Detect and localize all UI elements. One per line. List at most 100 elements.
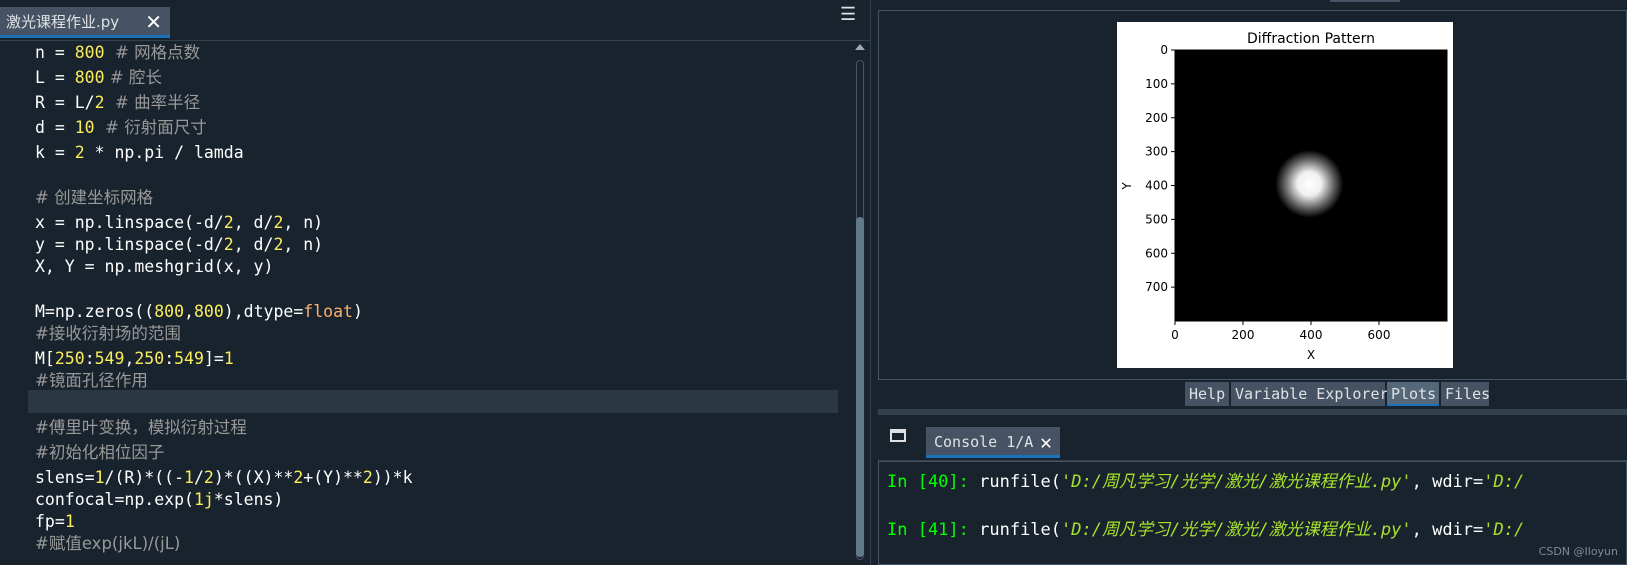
- code-number: 800: [74, 43, 105, 62]
- code-line: L = 800 # 腔长: [35, 67, 162, 89]
- code-number: 250: [134, 349, 165, 368]
- code-number: 2: [203, 468, 214, 487]
- code-token: , n): [283, 235, 324, 254]
- code-token: x = np.linspace(-d/: [35, 213, 224, 232]
- code-token: )*((X)**: [213, 468, 294, 487]
- code-comment: #: [35, 324, 49, 343]
- code-number: 2: [94, 93, 105, 112]
- editor-file-tab-label: 激光课程作业.py: [6, 13, 120, 31]
- console-wdir: 'D:/: [1483, 520, 1525, 540]
- code-token: R = L/: [35, 93, 95, 112]
- close-icon[interactable]: ✕: [145, 7, 162, 38]
- code-line: #接收衍射场的范围: [35, 323, 181, 345]
- code-number: 1: [223, 349, 234, 368]
- code-line: #赋值exp(jkL)/(jL): [35, 533, 180, 555]
- hamburger-menu-icon[interactable]: ☰: [840, 6, 858, 24]
- tab-plots[interactable]: Plots: [1387, 382, 1439, 406]
- plot-figure[interactable]: Diffraction Pattern 0 100 200 300 400 500 600 7…: [1117, 22, 1453, 368]
- y-tick-label: 300: [1145, 145, 1168, 159]
- code-token: ))*k: [372, 468, 413, 487]
- code-token: /: [193, 468, 204, 487]
- x-tick-label: 0: [1171, 328, 1179, 342]
- console-pane: Console 1/A ✕ In [40]: runfile('D:/周凡学习/…: [878, 415, 1627, 565]
- code-comment: #: [35, 443, 49, 462]
- diffraction-spot: [1275, 149, 1344, 218]
- console-tab-bar: Console 1/A ✕: [878, 415, 1627, 461]
- console-output[interactable]: In [40]: runfile('D:/周凡学习/光学/激光/激光课程作业.p…: [878, 461, 1627, 565]
- code-editor[interactable]: n = 800 # 网格点数 L = 800 # 腔长 R = L/2 # 曲率半径…: [0, 42, 850, 565]
- code-comment: 曲率半径: [134, 93, 201, 112]
- code-token: confocal=np.exp(: [35, 490, 194, 509]
- code-line: x = np.linspace(-d/2, d/2, n): [35, 212, 323, 234]
- code-line: #傅里叶变换，模拟衍射过程: [35, 417, 247, 439]
- console-wdir: 'D:/: [1483, 472, 1525, 492]
- current-line-highlight: [28, 390, 838, 413]
- watermark: CSDN @Iloyun: [1538, 545, 1618, 558]
- code-comment: 镜面孔径作用: [48, 371, 148, 390]
- code-line: X, Y = np.meshgrid(x, y): [35, 256, 273, 278]
- code-number: 2: [273, 213, 284, 232]
- y-axis-ticks: 0 100 200 300 400 500 600 700: [1145, 43, 1175, 294]
- code-comment: 创建坐标网格: [54, 188, 154, 207]
- tab-variable-explorer[interactable]: Variable Explorer: [1231, 382, 1389, 406]
- code-line: y = np.linspace(-d/2, d/2, n): [35, 234, 323, 256]
- code-token: k =: [35, 143, 75, 162]
- code-number: 2: [273, 235, 284, 254]
- code-comment: 网格点数: [134, 43, 201, 62]
- code-comment: #: [35, 371, 49, 390]
- code-keyword: float: [303, 302, 353, 321]
- code-token: ]=: [203, 349, 224, 368]
- tab-help[interactable]: Help: [1185, 382, 1229, 406]
- code-line: d = 10 # 衍射面尺寸: [35, 117, 207, 139]
- window-icon[interactable]: [890, 429, 906, 442]
- code-token: ,: [124, 349, 135, 368]
- code-line: n = 800 # 网格点数: [35, 42, 200, 64]
- code-line: M[250:549,250:549]=1: [35, 348, 234, 370]
- editor-file-tab[interactable]: 激光课程作业.py ✕: [0, 7, 170, 38]
- code-comment: 初始化相位因子: [48, 443, 165, 462]
- console-path: 'D:/周凡学习/光学/激光/激光课程作业.py': [1061, 472, 1412, 492]
- code-number: 1: [184, 468, 194, 487]
- code-comment: #: [104, 68, 129, 87]
- code-token: X, Y = np.meshgrid(x, y): [35, 257, 274, 276]
- console-path: 'D:/周凡学习/光学/激光/激光课程作业.py': [1061, 520, 1412, 540]
- editor-scrollbar[interactable]: [853, 42, 867, 565]
- code-line: M=np.zeros((800,800),dtype=float): [35, 301, 363, 323]
- code-token: ,: [184, 302, 194, 321]
- code-number: 1j: [193, 490, 214, 509]
- code-token: L =: [35, 68, 75, 87]
- x-axis-ticks: 0 200 400 600: [1171, 321, 1390, 342]
- y-tick-label: 600: [1145, 246, 1168, 260]
- x-tick-label: 400: [1300, 328, 1323, 342]
- y-tick-label: 0: [1160, 43, 1168, 57]
- scrollbar-thumb[interactable]: [856, 217, 864, 557]
- code-line: #镜面孔径作用: [35, 370, 148, 392]
- code-number: 250: [54, 349, 85, 368]
- code-number: 2: [293, 468, 304, 487]
- code-comment: 衍射面尺寸: [124, 118, 207, 137]
- close-icon[interactable]: ✕: [1040, 427, 1052, 458]
- editor-pane: 激光课程作业.py ✕ ☰ n = 800 # 网格点数 L = 800 # 腔长…: [0, 0, 870, 565]
- console-code: , wdir=: [1411, 520, 1484, 540]
- code-number: 2: [223, 213, 234, 232]
- code-comment: #: [35, 418, 49, 437]
- code-number: 800: [74, 68, 105, 87]
- console-tab[interactable]: Console 1/A ✕: [926, 427, 1060, 458]
- tab-files[interactable]: Files: [1441, 382, 1490, 406]
- code-comment: #: [104, 93, 135, 112]
- scroll-up-arrow-icon[interactable]: [855, 44, 865, 50]
- code-token: , d/: [233, 213, 274, 232]
- code-token: M[: [35, 349, 55, 368]
- editor-tab-bar: 激光课程作业.py ✕ ☰: [0, 0, 870, 41]
- y-tick-label: 100: [1145, 77, 1168, 91]
- code-line: R = L/2 # 曲率半径: [35, 92, 200, 114]
- code-token: :: [164, 349, 175, 368]
- console-line: In [40]: runfile('D:/周凡学习/光学/激光/激光课程作业.p…: [887, 470, 1524, 494]
- code-comment: 傅里叶变换，模拟衍射过程: [48, 418, 247, 437]
- code-comment: #: [104, 43, 135, 62]
- code-number: 2: [223, 235, 234, 254]
- code-token: , d/: [233, 235, 274, 254]
- y-tick-label: 500: [1145, 212, 1168, 226]
- console-code: , wdir=: [1411, 472, 1484, 492]
- code-token: ): [352, 302, 363, 321]
